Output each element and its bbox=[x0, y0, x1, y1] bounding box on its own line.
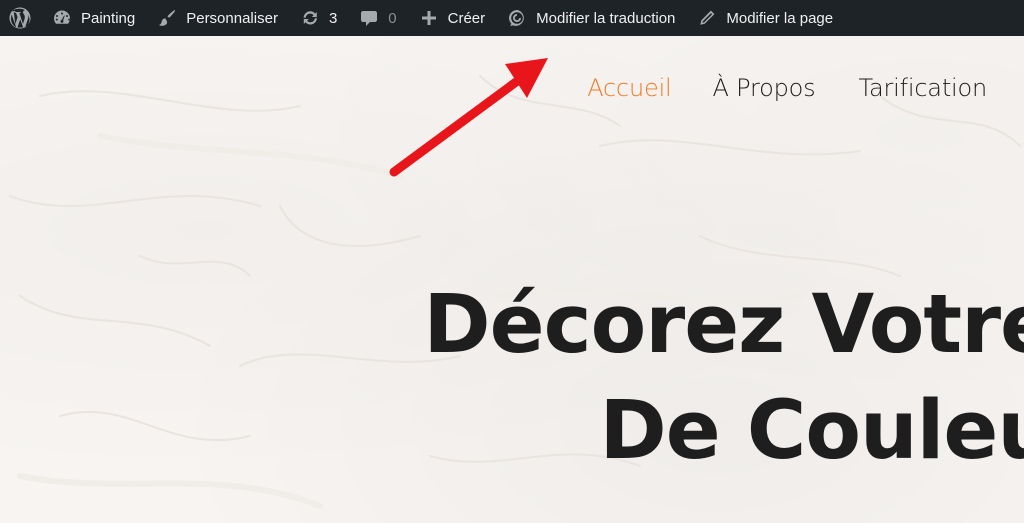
site-page: Accueil À Propos Tarification Décorez Vo… bbox=[0, 36, 1024, 523]
updates-menu[interactable]: 3 bbox=[289, 0, 348, 36]
update-sync-icon bbox=[299, 7, 321, 29]
comment-bubble-icon bbox=[358, 7, 380, 29]
main-navigation: Accueil À Propos Tarification bbox=[587, 74, 987, 102]
dashboard-gauge-icon bbox=[51, 7, 73, 29]
nav-item-accueil[interactable]: Accueil bbox=[587, 74, 672, 102]
translate-icon bbox=[506, 7, 528, 29]
comments-count: 0 bbox=[388, 9, 397, 27]
wordpress-menu[interactable] bbox=[0, 0, 41, 36]
hero-heading-line-2: De Couleu bbox=[599, 384, 1024, 478]
new-content-menu[interactable]: Créer bbox=[408, 0, 497, 36]
edit-translation-menu[interactable]: Modifier la traduction bbox=[496, 0, 686, 36]
nav-item-a-propos[interactable]: À Propos bbox=[713, 74, 816, 102]
edit-page-label: Modifier la page bbox=[726, 9, 834, 27]
paintbrush-icon bbox=[156, 7, 178, 29]
plus-icon bbox=[418, 7, 440, 29]
customize-menu[interactable]: Personnaliser bbox=[146, 0, 289, 36]
customize-label: Personnaliser bbox=[186, 9, 278, 27]
updates-count: 3 bbox=[328, 9, 338, 27]
wordpress-logo-icon bbox=[7, 5, 33, 31]
nav-item-tarification[interactable]: Tarification bbox=[858, 74, 987, 102]
edit-page-menu[interactable]: Modifier la page bbox=[686, 0, 844, 36]
hero-heading: Décorez Votre De Couleu bbox=[423, 272, 1024, 484]
edit-translation-label: Modifier la traduction bbox=[536, 9, 676, 27]
new-content-label: Créer bbox=[447, 9, 486, 27]
site-name-label: Painting bbox=[81, 9, 136, 27]
admin-bar: Painting Personnaliser 3 0 Créer Modifie… bbox=[0, 0, 1024, 36]
site-name-menu[interactable]: Painting bbox=[41, 0, 146, 36]
hero-heading-line-1: Décorez Votre bbox=[423, 278, 1024, 372]
comments-menu[interactable]: 0 bbox=[348, 0, 407, 36]
pencil-icon bbox=[696, 7, 718, 29]
